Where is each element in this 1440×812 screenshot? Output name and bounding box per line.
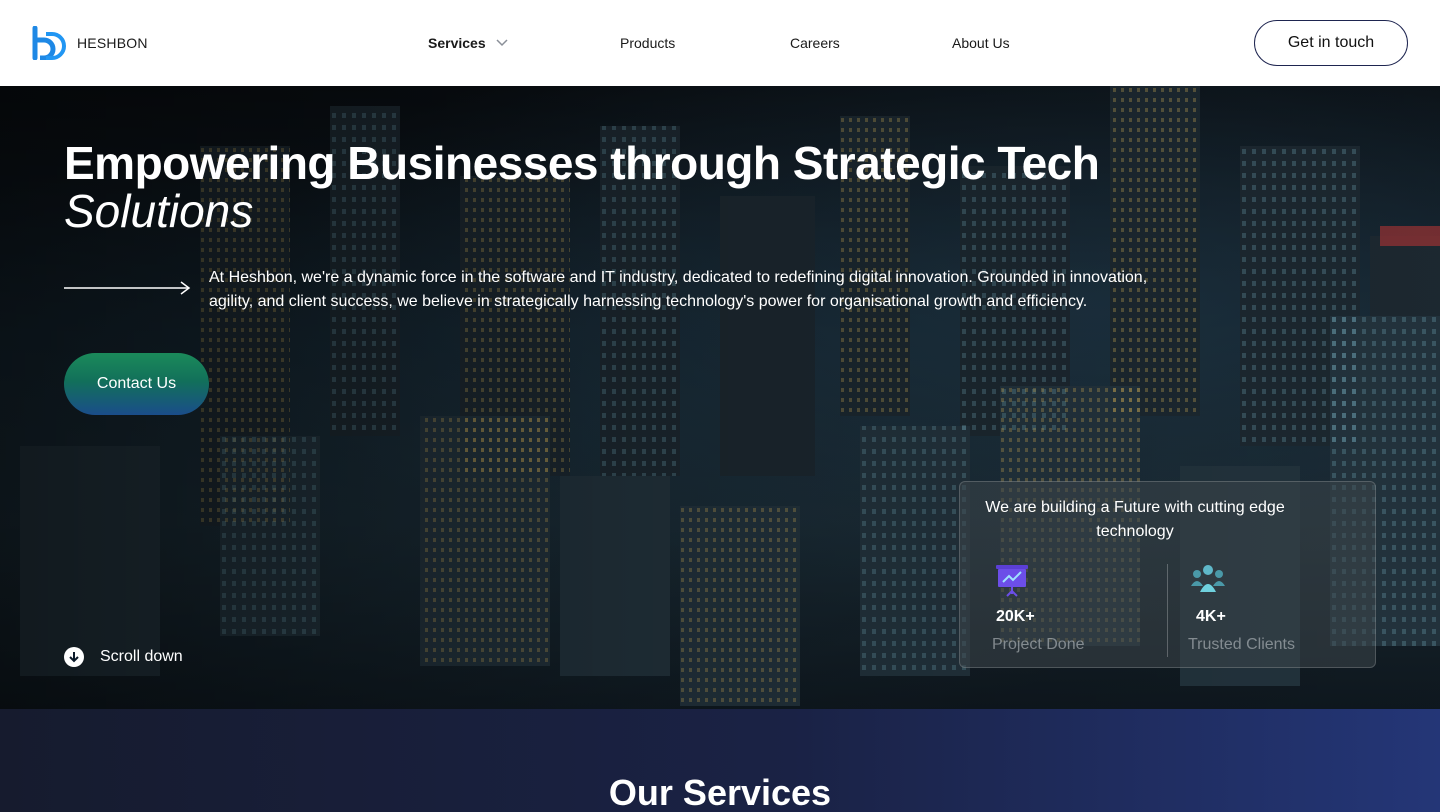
scroll-down-link[interactable]: Scroll down (64, 647, 183, 667)
scroll-down-label: Scroll down (100, 648, 183, 665)
contact-us-button[interactable]: Contact Us (64, 353, 209, 415)
heshbon-logo-icon[interactable] (32, 26, 66, 60)
nav-services-label: Services (428, 35, 486, 51)
hero-description: At Heshbon, we're a dynamic force in the… (209, 269, 1148, 310)
nav-about[interactable]: About Us (952, 35, 1010, 51)
nav-careers[interactable]: Careers (790, 35, 840, 51)
arrow-down-circle-icon (64, 647, 84, 667)
brand-name[interactable]: HESHBON (77, 35, 148, 51)
stat-clients-label: Trusted Clients (1188, 636, 1295, 653)
stat-projects-value: 20K+ (996, 608, 1035, 625)
hero-title-italic: Solutions (64, 185, 254, 237)
stat-projects-label: Project Done (992, 636, 1085, 653)
site-header: HESHBON Services Products Careers About … (0, 0, 1440, 86)
users-group-icon (1191, 565, 1225, 592)
chevron-down-icon (496, 39, 508, 47)
nav-products[interactable]: Products (620, 35, 675, 51)
stats-heading: We are building a Future with cutting ed… (985, 499, 1285, 540)
hero-title: Empowering Businesses through Strategic … (64, 137, 1100, 189)
stats-card: We are building a Future with cutting ed… (959, 481, 1376, 668)
hero-section: Empowering Businesses through Strategic … (0, 86, 1440, 709)
presentation-chart-icon (996, 565, 1028, 597)
stats-divider (1167, 564, 1168, 657)
services-section: Our Services (0, 709, 1440, 812)
services-title: Our Services (608, 772, 832, 812)
nav-services[interactable]: Services (428, 35, 508, 51)
arrow-right-icon (64, 281, 191, 295)
stat-clients-value: 4K+ (1196, 608, 1226, 625)
get-in-touch-button[interactable]: Get in touch (1254, 20, 1408, 66)
